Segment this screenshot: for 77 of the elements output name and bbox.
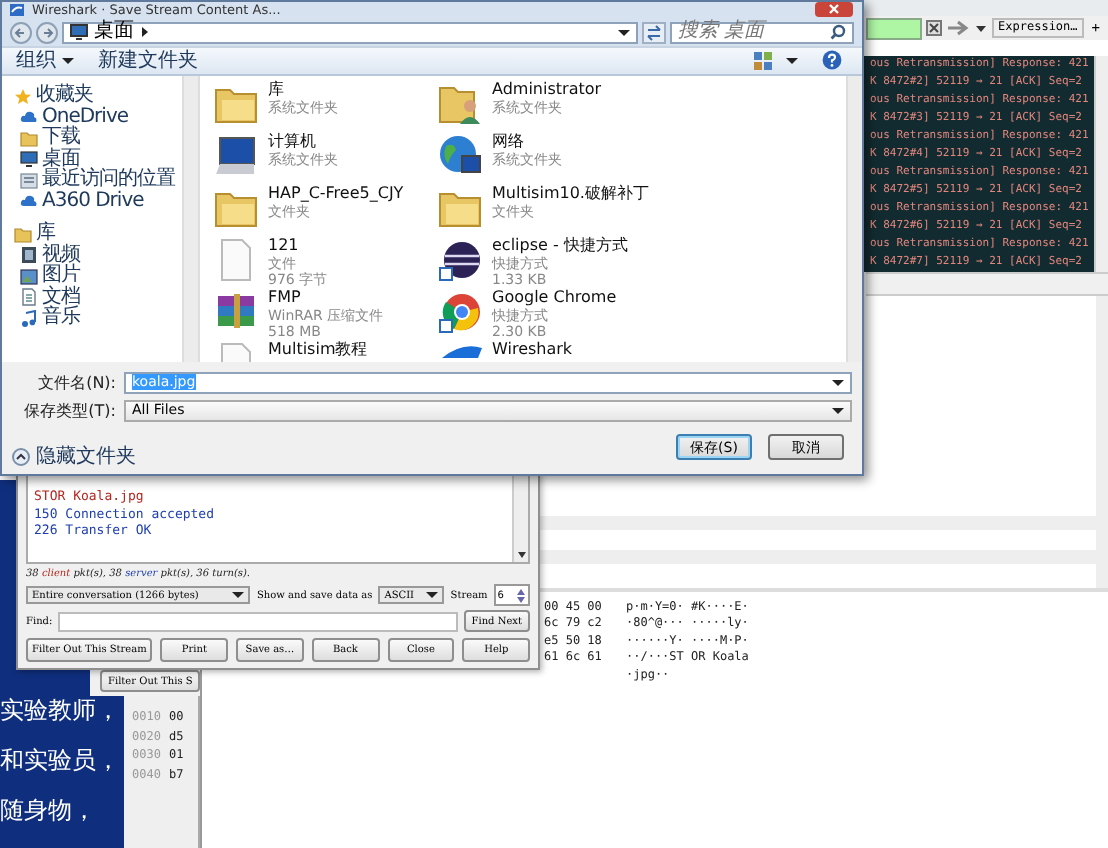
star-icon <box>14 87 32 106</box>
cloud-icon <box>20 192 38 211</box>
scrollbar[interactable] <box>866 272 1108 296</box>
organize-button[interactable]: 组织 <box>10 48 80 73</box>
slide-text: 和实验员， <box>0 746 120 776</box>
slide-text: 随身物， <box>0 796 96 826</box>
computer-icon <box>214 134 258 178</box>
nav-item[interactable]: 收藏夹 <box>36 86 93 107</box>
monitor-icon <box>70 24 88 41</box>
file-name[interactable]: FMP <box>268 288 384 308</box>
document-icon <box>20 288 38 307</box>
ring-icon <box>438 238 482 282</box>
music-note-icon <box>20 309 38 328</box>
file-name[interactable]: Multisim教程 <box>268 340 368 360</box>
film-icon <box>20 246 38 265</box>
slide-text: 实验教师， <box>0 696 120 726</box>
caret-icon <box>832 405 844 415</box>
forward-icon[interactable] <box>36 21 58 44</box>
filter-field[interactable] <box>866 17 923 39</box>
scrollbar[interactable] <box>846 76 862 362</box>
nav-item[interactable]: 视频 <box>42 245 80 266</box>
archive-icon <box>214 290 258 334</box>
file-name[interactable]: eclipse - 快捷方式 <box>492 236 628 256</box>
help-icon[interactable] <box>822 50 842 71</box>
nav-item[interactable]: 桌面 <box>42 149 80 170</box>
refresh-icon[interactable] <box>642 21 666 44</box>
file-name[interactable]: 库 <box>268 80 338 100</box>
file-name-label: 文件名(N): <box>36 371 116 393</box>
monitor-icon <box>20 150 38 169</box>
clear-icon[interactable] <box>926 20 943 36</box>
caret-icon[interactable] <box>786 55 798 66</box>
caret-icon[interactable] <box>515 550 527 561</box>
folder-icon <box>14 225 32 244</box>
circle-icon <box>438 290 482 334</box>
app-icon <box>10 2 26 19</box>
chevron-icon <box>140 26 150 39</box>
nav-item[interactable]: 库 <box>36 224 55 245</box>
nav-item[interactable]: 最近访问的位置 <box>42 170 175 191</box>
file-name[interactable]: Wireshark <box>492 340 573 360</box>
hide-folders-button[interactable]: 隐藏文件夹 <box>12 442 136 474</box>
close-icon[interactable] <box>814 2 854 18</box>
nav-item[interactable]: A360 Drive <box>42 191 144 212</box>
back-icon[interactable] <box>10 21 32 44</box>
caret-icon <box>426 590 439 601</box>
caret-icon <box>832 377 844 387</box>
scrollbar[interactable] <box>512 472 528 563</box>
new-folder-button[interactable]: 新建文件夹 <box>92 48 204 73</box>
folder-icon <box>20 129 38 148</box>
scrollbar[interactable] <box>182 76 200 362</box>
view-icon[interactable] <box>754 51 774 70</box>
find-field[interactable] <box>58 611 458 632</box>
nav-item[interactable]: 音乐 <box>42 308 80 329</box>
cloud-icon <box>20 108 38 127</box>
nav-item[interactable]: OneDrive <box>42 107 129 128</box>
caret-icon <box>618 27 630 38</box>
file-name[interactable]: Google Chrome <box>492 288 617 308</box>
address-field[interactable]: 桌面 <box>62 21 638 44</box>
file-type-label: 保存类型(T): <box>22 399 116 421</box>
nav-item[interactable]: 图片 <box>42 266 80 287</box>
file-name[interactable]: 计算机 <box>268 132 338 152</box>
caret-icon <box>232 590 245 601</box>
search-icon <box>830 24 846 41</box>
scrollbar[interactable] <box>1094 56 1108 272</box>
file-name[interactable]: Multisim10.破解补丁 <box>492 184 649 204</box>
file-name[interactable]: 网络 <box>492 132 562 152</box>
nav-item[interactable]: 下载 <box>42 128 80 149</box>
file-name[interactable]: HAP_C-Free5_CJY <box>268 184 404 204</box>
spin-arrows-icon <box>515 587 526 604</box>
search-field[interactable]: 搜索 桌面 <box>670 21 854 44</box>
user-folder-icon <box>438 82 482 126</box>
file-name[interactable]: 121 <box>268 236 328 256</box>
nav-item[interactable]: 文档 <box>42 287 80 308</box>
file-name[interactable]: Administrator <box>492 80 602 100</box>
globe-icon <box>438 134 482 178</box>
caret-icon <box>62 55 74 66</box>
image-icon <box>20 267 38 286</box>
collapse-icon <box>12 447 30 465</box>
